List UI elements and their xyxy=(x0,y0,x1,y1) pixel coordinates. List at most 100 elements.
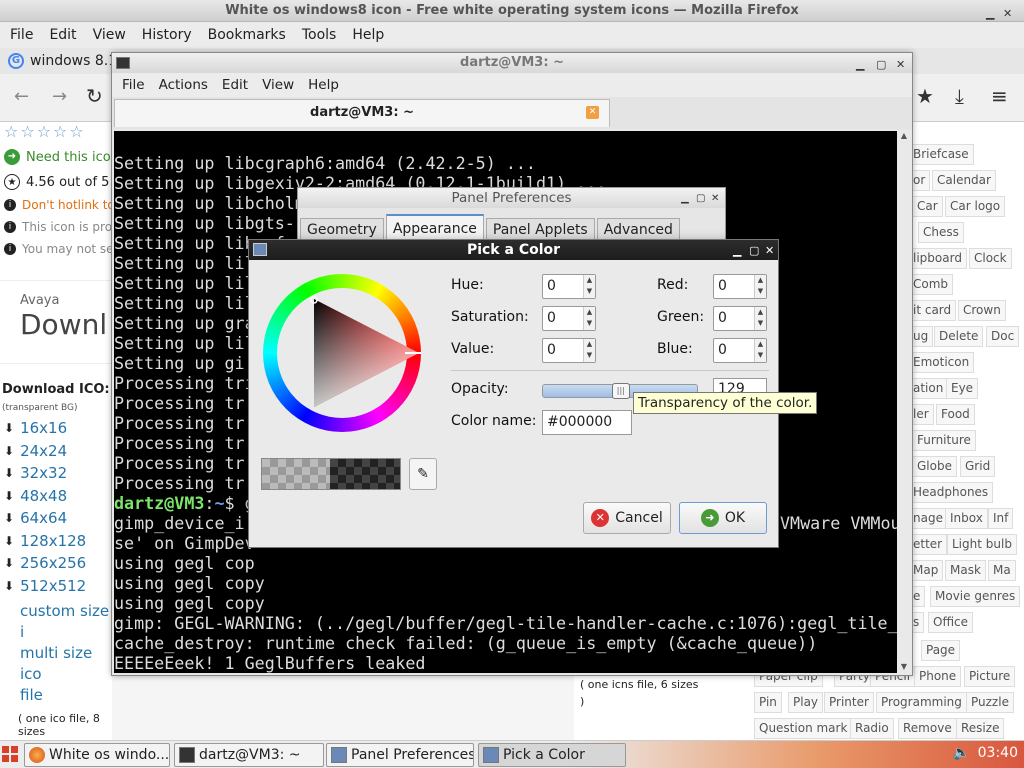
close-icon[interactable]: ✕ xyxy=(711,189,719,209)
tag-link[interactable]: Food xyxy=(936,404,975,425)
rating-stars[interactable]: ☆☆☆☆☆ xyxy=(4,122,112,141)
minimize-icon[interactable]: ▁ xyxy=(681,189,689,209)
tag-link[interactable]: nage xyxy=(908,508,948,529)
tag-link[interactable]: Inbox xyxy=(945,508,988,529)
tag-link[interactable]: Remove xyxy=(898,718,957,739)
menu-file[interactable]: File xyxy=(122,77,145,93)
tag-link[interactable]: it card xyxy=(908,300,957,321)
clock[interactable]: 03:40 xyxy=(978,745,1018,761)
taskbar-item-firefox[interactable]: White os windo... xyxy=(24,743,170,767)
tag-link[interactable]: Map xyxy=(908,560,944,581)
tag-link[interactable]: ation xyxy=(908,378,949,399)
blue-spinner[interactable]: 0 ▲ ▼ xyxy=(713,338,767,363)
tag-link[interactable]: etter xyxy=(908,534,948,555)
menu-bookmarks[interactable]: Bookmarks xyxy=(208,27,286,43)
menu-help[interactable]: Help xyxy=(308,77,339,93)
advertisement[interactable]: Avaya Downl xyxy=(0,280,112,364)
browser-tab[interactable]: G windows 8.1 xyxy=(8,53,117,69)
volume-icon[interactable]: 🔈 xyxy=(953,745,970,761)
tag-link[interactable]: Grid xyxy=(960,456,996,477)
close-icon[interactable]: ✕ xyxy=(1003,3,1012,25)
tag-link[interactable]: Car xyxy=(912,196,943,217)
green-spinner[interactable]: 0 ▲ ▼ xyxy=(713,306,767,331)
tag-link[interactable]: Picture xyxy=(964,666,1016,687)
eyedropper-icon[interactable]: ✎ xyxy=(409,458,437,490)
terminal-tab[interactable]: dartz@VM3: ~ ✕ xyxy=(114,99,610,127)
menu-actions[interactable]: Actions xyxy=(159,77,208,93)
tag-link[interactable]: Page xyxy=(921,640,961,661)
tab-panel-applets[interactable]: Panel Applets xyxy=(485,218,595,240)
tag-link[interactable]: Headphones xyxy=(908,482,994,503)
tag-link[interactable]: Light bulb xyxy=(947,534,1017,555)
tag-link[interactable]: Mask xyxy=(945,560,986,581)
scroll-down-icon[interactable]: ▼ xyxy=(897,662,911,671)
tag-link[interactable]: Eye xyxy=(946,378,979,399)
taskbar-item-pick-color[interactable]: Pick a Color xyxy=(478,743,626,767)
download-size-link[interactable]: ⬇ 48x48 xyxy=(4,485,112,508)
terminal-scrollbar[interactable]: ▲ ▼ xyxy=(897,131,911,673)
tag-link[interactable]: Calendar xyxy=(932,170,996,191)
tag-link[interactable]: Car logo xyxy=(945,196,1006,217)
tag-link[interactable]: Inf xyxy=(988,508,1014,529)
tag-link[interactable]: Briefcase xyxy=(908,144,974,165)
color-name-input[interactable]: #000000 xyxy=(542,410,632,435)
tab-appearance[interactable]: Appearance xyxy=(385,214,484,240)
tag-link[interactable]: Movie genres xyxy=(930,586,1021,607)
value-spinner[interactable]: 0 ▲ ▼ xyxy=(542,338,596,363)
spin-arrows-icon[interactable]: ▲ ▼ xyxy=(754,339,766,362)
saturation-spinner[interactable]: 0 ▲ ▼ xyxy=(542,306,596,331)
taskbar-item-terminal[interactable]: dartz@VM3: ~ xyxy=(174,743,324,767)
ok-button[interactable]: ➜ OK xyxy=(679,502,767,534)
tag-link[interactable]: Chess xyxy=(918,222,964,243)
menu-view[interactable]: View xyxy=(93,27,126,43)
tag-link[interactable]: Puzzle xyxy=(966,692,1014,713)
tag-link[interactable]: Globe xyxy=(912,456,957,477)
tag-link[interactable]: Resize xyxy=(956,718,1005,739)
custom-size-link[interactable]: custom size i xyxy=(20,601,112,643)
spin-arrows-icon[interactable]: ▲ ▼ xyxy=(583,275,595,298)
download-size-link[interactable]: ⬇ 64x64 xyxy=(4,507,112,530)
download-size-link[interactable]: ⬇ 32x32 xyxy=(4,462,112,485)
tag-link[interactable]: Pin xyxy=(754,692,782,713)
reload-icon[interactable]: ↻ xyxy=(86,84,103,108)
menu-tools[interactable]: Tools xyxy=(302,27,337,43)
close-icon[interactable]: ✕ xyxy=(896,55,905,75)
tag-link[interactable]: Delete xyxy=(934,326,984,347)
spin-arrows-icon[interactable]: ▲ ▼ xyxy=(583,307,595,330)
menu-edit[interactable]: Edit xyxy=(49,27,76,43)
spin-arrows-icon[interactable]: ▲ ▼ xyxy=(754,275,766,298)
scroll-up-icon[interactable]: ▲ xyxy=(897,131,911,140)
tag-link[interactable]: Furniture xyxy=(912,430,976,451)
download-size-link[interactable]: ⬇ 16x16 xyxy=(4,417,112,440)
tag-link[interactable]: Doc xyxy=(986,326,1020,347)
spin-arrows-icon[interactable]: ▲ ▼ xyxy=(583,339,595,362)
tag-link[interactable]: Clock xyxy=(969,248,1012,269)
bookmark-star-icon[interactable]: ★ xyxy=(916,84,934,108)
tag-link[interactable]: Ma xyxy=(988,560,1016,581)
download-size-link[interactable]: ⬇ 512x512 xyxy=(4,575,112,598)
file-link[interactable]: file xyxy=(20,685,112,706)
tag-link[interactable]: Emoticon xyxy=(908,352,975,373)
start-menu-icon[interactable] xyxy=(2,746,19,763)
tag-link[interactable]: Printer xyxy=(824,692,874,713)
opacity-slider-thumb[interactable]: ||| xyxy=(611,383,630,399)
multi-size-link[interactable]: multi size ico xyxy=(20,643,112,685)
maximize-icon[interactable]: ▢ xyxy=(696,189,705,209)
menu-edit[interactable]: Edit xyxy=(222,77,248,93)
tag-link[interactable]: Question mark xyxy=(754,718,853,739)
back-icon[interactable]: ← xyxy=(14,86,29,107)
tag-link[interactable]: lipboard xyxy=(908,248,967,269)
tag-link[interactable]: Programming xyxy=(876,692,967,713)
minimize-icon[interactable]: ▁ xyxy=(856,55,864,75)
spin-arrows-icon[interactable]: ▲ ▼ xyxy=(754,307,766,330)
downloads-icon[interactable]: ⤓ xyxy=(955,84,964,108)
taskbar-item-panel-preferences[interactable]: Panel Preferences xyxy=(326,743,474,767)
tag-link[interactable]: Phone xyxy=(914,666,962,687)
tag-link[interactable]: Play xyxy=(788,692,824,713)
menu-file[interactable]: File xyxy=(10,27,33,43)
forward-icon[interactable]: → xyxy=(52,86,67,107)
tag-link[interactable]: Office xyxy=(928,612,974,633)
menu-view[interactable]: View xyxy=(262,77,294,93)
tag-link[interactable]: Radio xyxy=(850,718,894,739)
hue-spinner[interactable]: 0 ▲ ▼ xyxy=(542,274,596,299)
